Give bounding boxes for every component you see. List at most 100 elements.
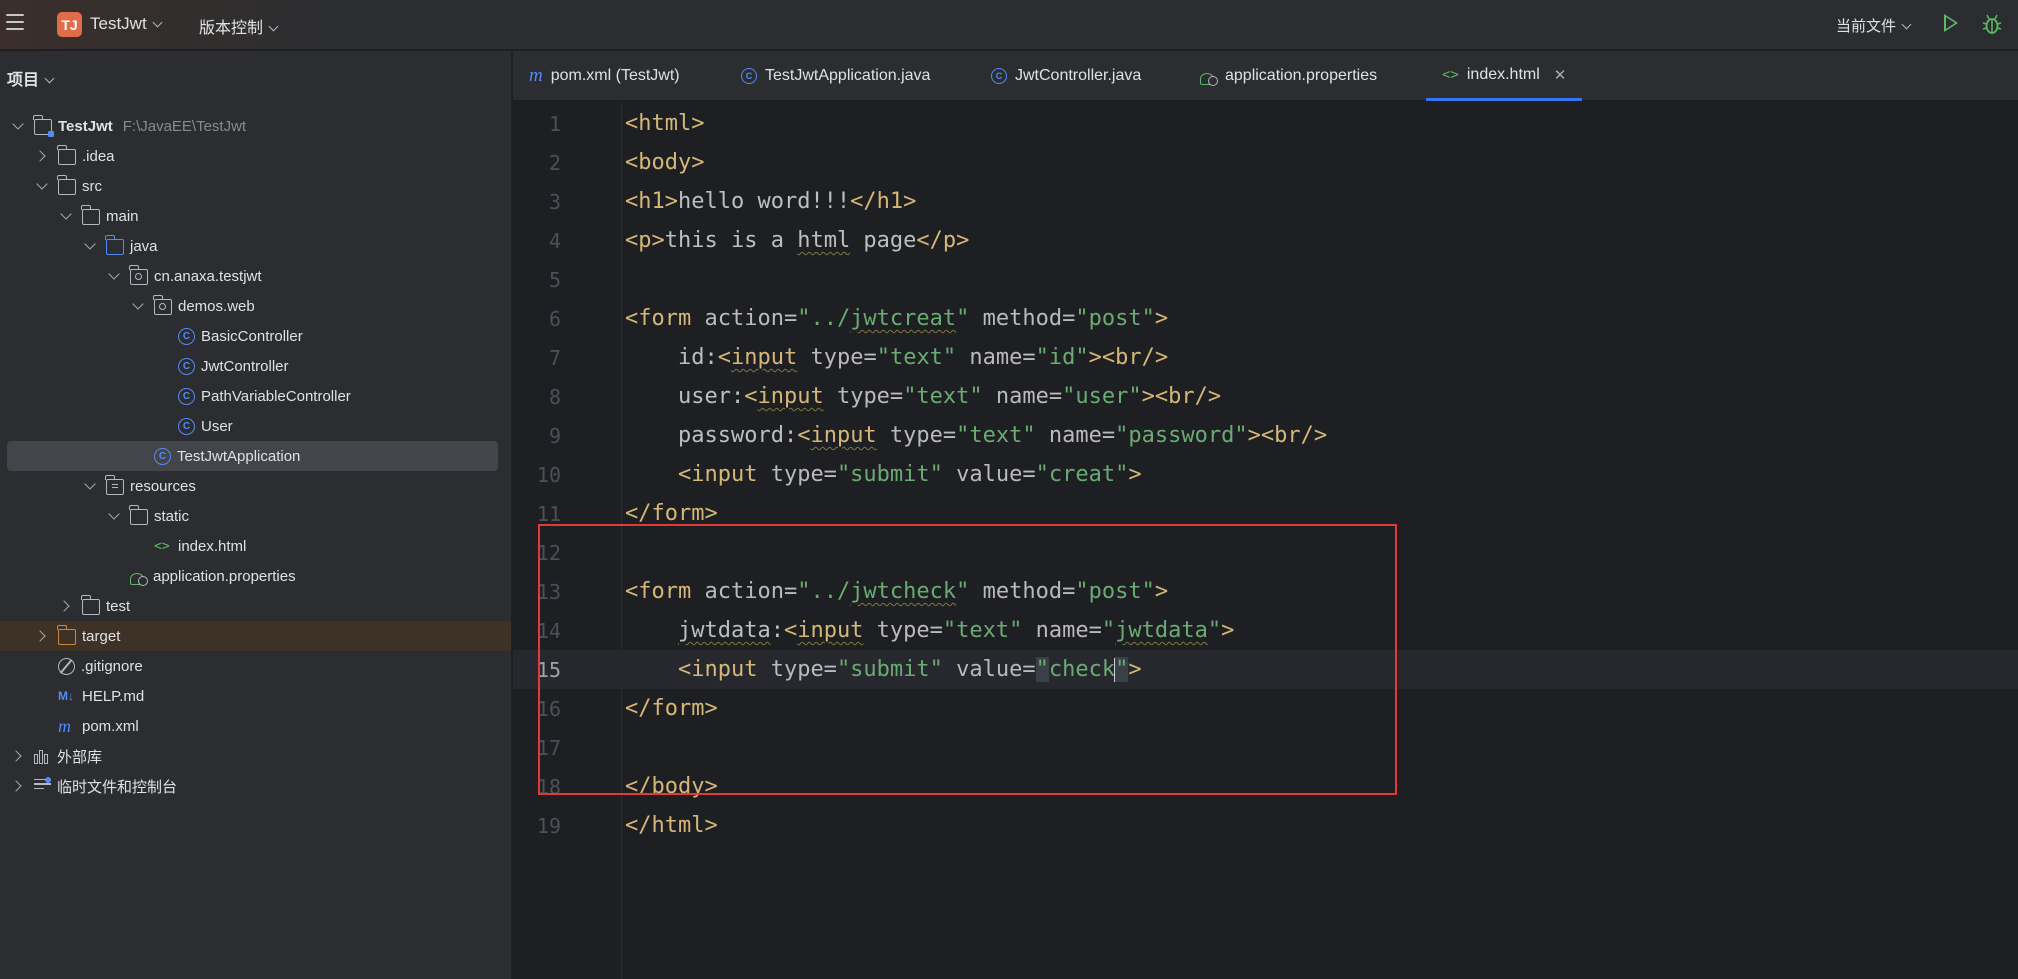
code-line[interactable]: 16 </form> — [513, 689, 2018, 728]
tree-item-path-variable-controller[interactable]: C PathVariableController — [0, 381, 511, 411]
chevron-down-icon[interactable] — [132, 300, 144, 312]
project-switcher[interactable]: TestJwt — [90, 14, 163, 34]
tree-item-gitignore[interactable]: .gitignore — [0, 651, 511, 681]
code-token: <input — [677, 462, 771, 487]
code-token: action= — [704, 306, 798, 331]
code-token: <h1> — [625, 189, 678, 214]
folder-icon — [57, 175, 76, 195]
tab-jwt-controller[interactable]: C JwtController.java — [991, 51, 1141, 101]
tree-item-test[interactable]: test — [0, 591, 511, 621]
tree-item-target[interactable]: target — [0, 621, 511, 651]
chevron-down-icon[interactable] — [60, 210, 72, 222]
tab-application-properties[interactable]: application.properties — [1200, 51, 1377, 101]
tree-item-testjwt-application[interactable]: C TestJwtApplication — [7, 441, 498, 471]
tree-item-label: TestJwt — [58, 117, 113, 135]
tree-item-main[interactable]: main — [0, 201, 511, 231]
code-token: method= — [969, 579, 1076, 604]
code-token: <input — [677, 657, 771, 682]
code-line[interactable]: 17 — [513, 728, 2018, 767]
tree-item-index-html[interactable]: <> index.html — [0, 531, 511, 561]
code-line[interactable]: 13 <form action="../jwtcheck" method="po… — [513, 572, 2018, 611]
vcs-menu[interactable]: 版本控制 — [199, 14, 279, 38]
package-icon — [129, 265, 148, 285]
chevron-down-icon[interactable] — [108, 270, 120, 282]
code-line[interactable]: 10 <input type="submit" value="creat"> — [513, 455, 2018, 494]
tab-index-html[interactable]: <> index.html ✕ — [1426, 51, 1583, 101]
code-line[interactable]: 4 <p>this is a html page</p> — [513, 221, 2018, 260]
code-token: input — [757, 384, 824, 409]
tree-item-resources[interactable]: resources — [0, 471, 511, 501]
tree-item-scratches[interactable]: 临时文件和控制台 — [0, 771, 511, 801]
code-token: check — [1048, 657, 1116, 682]
code-line[interactable]: 8 user:<input type="text" name="user"><b… — [513, 377, 2018, 416]
code-token: </form> — [625, 501, 718, 526]
debug-icon[interactable] — [1982, 13, 2002, 35]
tree-item-label: TestJwtApplication — [177, 447, 301, 465]
code-line-current[interactable]: 15 <input type="submit" value="check"> — [513, 650, 2018, 689]
code-editor[interactable]: 1 <html> 2 <body> 3 <h1>hello word!!!</h… — [513, 102, 2018, 979]
tree-item-idea[interactable]: .idea — [0, 141, 511, 171]
tab-testjwt-application[interactable]: C TestJwtApplication.java — [741, 51, 930, 101]
chevron-down-icon[interactable] — [108, 510, 120, 522]
tree-item-help-md[interactable]: M↓ HELP.md — [0, 681, 511, 711]
tree-item-label: main — [106, 207, 139, 225]
tree-item-label: PathVariableController — [201, 387, 351, 405]
tree-item-basic-controller[interactable]: C BasicController — [0, 321, 511, 351]
chevron-right-icon[interactable] — [36, 150, 48, 162]
code-line[interactable]: 6 <form action="../jwtcreat" method="pos… — [513, 299, 2018, 338]
code-token: jwtdata — [677, 618, 771, 643]
tree-item-java[interactable]: java — [0, 231, 511, 261]
code-token: "text" — [903, 384, 983, 409]
main-menu-icon[interactable] — [6, 14, 24, 34]
close-icon[interactable]: ✕ — [1554, 66, 1567, 84]
code-line[interactable]: 9 password:<input type="text" name="pass… — [513, 416, 2018, 455]
tree-item-src[interactable]: src — [0, 171, 511, 201]
code-line[interactable]: 19 </html> — [513, 806, 2018, 845]
project-badge[interactable]: TJ — [57, 12, 82, 37]
resources-folder-icon — [105, 475, 124, 495]
chevron-right-icon[interactable] — [12, 780, 24, 792]
code-token: " — [1101, 618, 1116, 643]
chevron-down-icon[interactable] — [36, 180, 48, 192]
chevron-right-icon[interactable] — [12, 750, 24, 762]
code-line[interactable]: 1 <html> — [513, 104, 2018, 143]
tab-pom-xml[interactable]: m pom.xml (TestJwt) — [529, 51, 680, 101]
chevron-right-icon[interactable] — [60, 600, 72, 612]
code-token: type= — [770, 462, 837, 487]
code-token: hello word!!! — [677, 189, 851, 214]
tree-item-testjwt[interactable]: TestJwt F:\JavaEE\TestJwt — [0, 111, 511, 141]
run-config-selector[interactable]: 当前文件 — [1836, 15, 1912, 36]
tree-item-application-properties[interactable]: application.properties — [0, 561, 511, 591]
code-line[interactable]: 3 <h1>hello word!!!</h1> — [513, 182, 2018, 221]
tree-item-package-demos-web[interactable]: demos.web — [0, 291, 511, 321]
code-line[interactable]: 2 <body> — [513, 143, 2018, 182]
code-token: <p> — [625, 228, 665, 253]
code-line[interactable]: 14 jwtdata:<input type="text" name="jwtd… — [513, 611, 2018, 650]
tree-item-jwt-controller[interactable]: C JwtController — [0, 351, 511, 381]
code-line[interactable]: 5 — [513, 260, 2018, 299]
code-token: type= — [797, 345, 877, 370]
chevron-down-icon[interactable] — [12, 120, 24, 132]
project-view-header[interactable]: 项目 — [7, 66, 55, 90]
tree-item-package-root[interactable]: cn.anaxa.testjwt — [0, 261, 511, 291]
line-number: 16 — [536, 696, 561, 721]
code-token: input — [730, 345, 798, 370]
line-number: 18 — [536, 774, 561, 799]
code-token: "post" — [1075, 579, 1155, 604]
code-line[interactable]: 11 </form> — [513, 494, 2018, 533]
class-icon: C — [178, 417, 195, 435]
tab-label: application.properties — [1225, 67, 1378, 84]
chevron-down-icon[interactable] — [84, 240, 96, 252]
code-line[interactable]: 12 — [513, 533, 2018, 572]
tree-item-pom-xml[interactable]: m pom.xml — [0, 711, 511, 741]
code-line[interactable]: 7 id:<input type="text" name="id"><br/> — [513, 338, 2018, 377]
tree-item-external-libraries[interactable]: 外部库 — [0, 741, 511, 771]
scratches-icon — [34, 776, 51, 794]
run-icon[interactable] — [1944, 14, 1958, 32]
tree-item-static[interactable]: static — [0, 501, 511, 531]
chevron-down-icon[interactable] — [84, 480, 96, 492]
tree-item-user[interactable]: C User — [0, 411, 511, 441]
code-line[interactable]: 18 </body> — [513, 767, 2018, 806]
chevron-right-icon[interactable] — [36, 630, 48, 642]
